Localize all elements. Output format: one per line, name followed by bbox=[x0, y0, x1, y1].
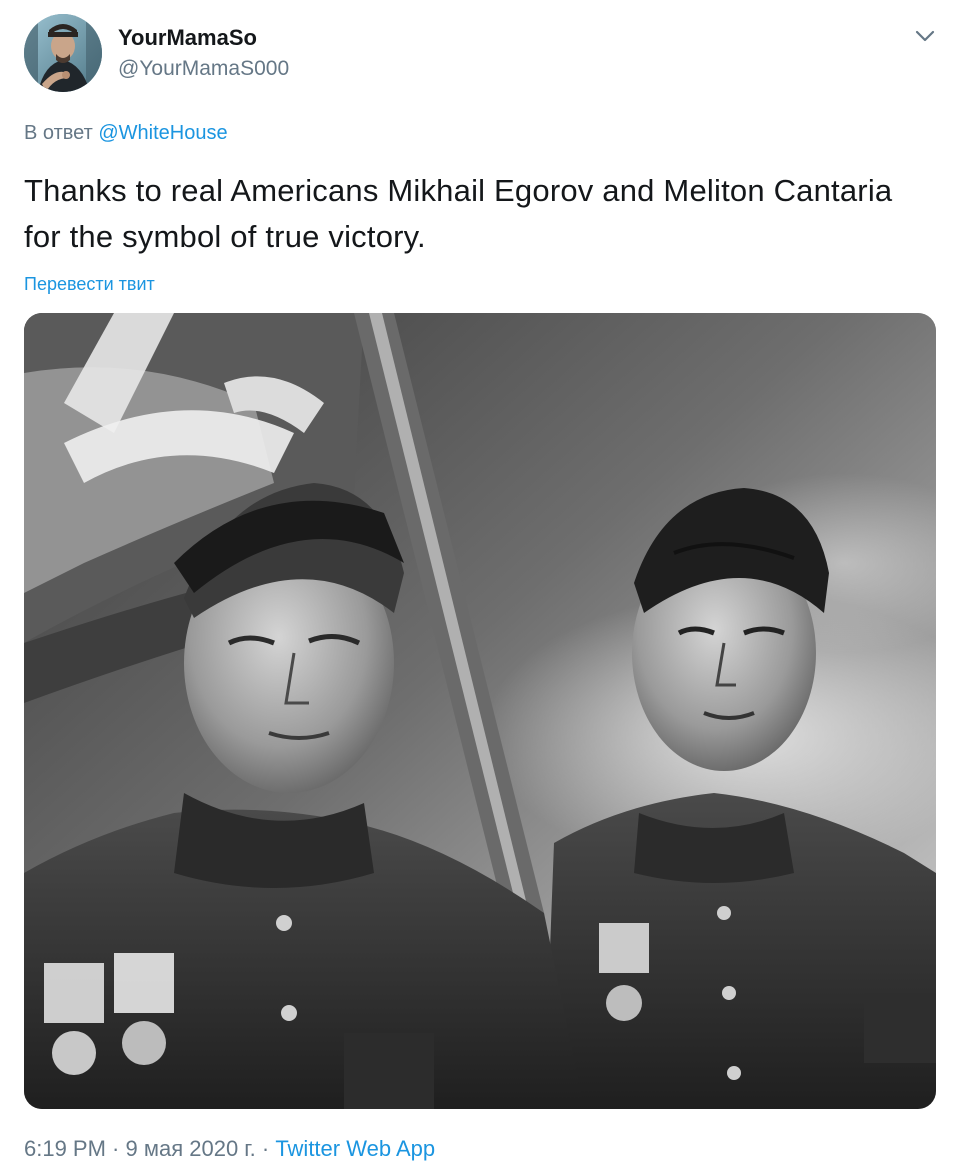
chevron-down-icon[interactable] bbox=[910, 22, 940, 50]
reply-prefix: В ответ bbox=[24, 122, 93, 144]
tweet-source-link[interactable]: Twitter Web App bbox=[275, 1136, 435, 1161]
meta-separator: · bbox=[105, 1136, 126, 1161]
tweet-photo[interactable] bbox=[24, 313, 936, 1109]
avatar-portrait-icon bbox=[24, 14, 102, 92]
meta-separator: · bbox=[255, 1136, 276, 1161]
reply-context: В ответ @WhiteHouse bbox=[24, 120, 228, 146]
tweet-time[interactable]: 6:19 PM bbox=[24, 1136, 106, 1161]
tweet: YourMamaSo @YourMamaS000 В ответ @WhiteH… bbox=[0, 0, 959, 1175]
avatar[interactable] bbox=[24, 14, 102, 92]
tweet-metadata: 6:19 PM · 9 мая 2020 г. · Twitter Web Ap… bbox=[24, 1134, 435, 1164]
tweet-date[interactable]: 9 мая 2020 г. bbox=[126, 1136, 256, 1161]
user-handle[interactable]: @YourMamaS000 bbox=[118, 56, 289, 82]
reply-mention-link[interactable]: @WhiteHouse bbox=[98, 122, 227, 144]
translate-tweet-link[interactable]: Перевести твит bbox=[24, 272, 155, 296]
display-name[interactable]: YourMamaSo bbox=[118, 24, 257, 52]
tweet-text: Thanks to real Americans Mikhail Egorov … bbox=[24, 173, 893, 254]
photo-image bbox=[24, 313, 936, 1109]
